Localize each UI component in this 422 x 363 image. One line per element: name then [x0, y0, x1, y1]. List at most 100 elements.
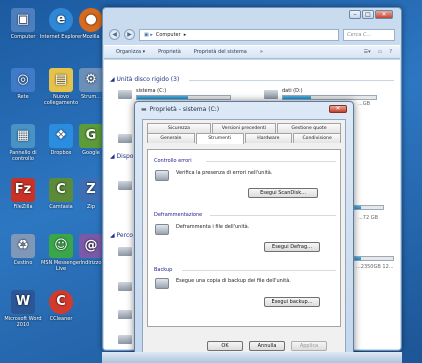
preview-pane-icon[interactable]: ▭: [378, 49, 383, 55]
window-bottom-strip: [102, 352, 402, 363]
drive-usage-fill: [355, 257, 361, 260]
drive-c-label[interactable]: sistema (C:): [136, 88, 166, 94]
drive-icon: [118, 247, 132, 256]
defrag-button[interactable]: Esegui Defrag...: [264, 242, 320, 252]
dialog-close-button[interactable]: ✕: [329, 105, 347, 113]
backup-icon: [155, 278, 169, 289]
breadcrumb[interactable]: Computer: [156, 32, 181, 38]
drive-usage-fill: [355, 206, 361, 209]
section-text-check: Verifica la presenza di errori nell'unit…: [176, 170, 273, 176]
section-divider: [182, 270, 336, 271]
properties-dialog: ▬ Proprietà - sistema (C:) ✕ Sicurezza V…: [134, 101, 354, 363]
drive-d-label[interactable]: dati (D:): [282, 88, 303, 94]
group-divider: [189, 80, 394, 81]
group-header-other[interactable]: ◢ Perco: [110, 232, 133, 239]
document-icon: ▤: [49, 68, 73, 92]
minimize-button[interactable]: –: [349, 10, 361, 19]
dialog-body: Sicurezza Versioni precedenti Gestione q…: [142, 119, 346, 358]
tab-versioni-precedenti[interactable]: Versioni precedenti: [212, 123, 276, 133]
drive-d-free-space: ...GB: [358, 101, 371, 107]
drive-icon: [118, 335, 132, 344]
view-options-icon[interactable]: ☰▾: [364, 49, 371, 55]
zip-icon: Z: [79, 178, 103, 202]
word-icon: W: [11, 290, 35, 314]
tab-row-2: Generale Strumenti Hardware Condivisione: [147, 133, 341, 144]
tab-hardware[interactable]: Hardware: [244, 133, 293, 143]
tab-generale[interactable]: Generale: [147, 133, 195, 143]
system-properties-button[interactable]: Proprietà del sistema: [194, 49, 247, 55]
drive-icon: [264, 90, 278, 99]
desktop-icon-ccleaner[interactable]: C CCleaner: [38, 290, 84, 322]
dialog-title: Proprietà - sistema (C:): [149, 106, 220, 113]
maximize-button[interactable]: □: [362, 10, 374, 19]
drive-usage-bar: [354, 256, 394, 261]
drive-icon: ▬: [141, 106, 147, 113]
section-divider: [210, 215, 336, 216]
camtasia-icon: C: [49, 178, 73, 202]
address-row: ◀ ▶ ▣ ▸ Computer ▸ Cerca C...: [109, 28, 395, 41]
properties-button[interactable]: Proprietà: [158, 49, 181, 55]
control-panel-icon: ▦: [11, 124, 35, 148]
address-bar[interactable]: ▣ ▸ Computer ▸: [139, 28, 339, 41]
ccleaner-icon: C: [49, 290, 73, 314]
window-controls: – □ ✕: [349, 10, 393, 19]
drive-c-usage-bar: [136, 95, 231, 100]
command-bar: Organizza ▾ Proprietà Proprietà del sist…: [104, 45, 400, 59]
drive-icon: [118, 134, 132, 143]
scandisk-button[interactable]: Esegui ScanDisk...: [248, 188, 318, 198]
computer-icon: ▣ ▸: [144, 31, 153, 38]
group-header-hdd[interactable]: ◢ Unità disco rigido (3): [110, 76, 179, 83]
search-input[interactable]: Cerca C...: [343, 28, 395, 41]
drive-free-space: ...72 GB: [358, 215, 379, 221]
dropbox-icon: ❖: [49, 124, 73, 148]
ok-button[interactable]: OK: [207, 341, 243, 351]
computer-icon: ▣: [11, 8, 35, 32]
defrag-icon: [155, 224, 169, 235]
drive-free-space: ...2350GB 12...: [356, 264, 394, 270]
drive-icon: [118, 310, 132, 319]
section-title-check: Controllo errori: [154, 158, 192, 164]
drive-icon: [118, 90, 132, 99]
ie-icon: e: [49, 8, 73, 32]
dialog-titlebar[interactable]: ▬ Proprietà - sistema (C:): [141, 106, 219, 113]
cancel-button[interactable]: Annulla: [249, 341, 285, 351]
drive-usage-bar: [354, 205, 384, 210]
drive-c-usage-fill: [137, 96, 189, 99]
chevron-right-icon: ▸: [183, 31, 187, 38]
section-text-backup: Esegue una copia di backup dei file dell…: [176, 278, 291, 284]
backup-button[interactable]: Esegui backup...: [264, 297, 320, 307]
help-icon[interactable]: ?: [389, 49, 392, 55]
explorer-titlebar[interactable]: – □ ✕: [103, 8, 401, 24]
drive-icon: [118, 181, 132, 190]
section-text-defrag: Deframmenta i file dell'unità.: [176, 224, 250, 230]
apply-button[interactable]: Applica: [291, 341, 327, 351]
organize-menu[interactable]: Organizza ▾: [116, 49, 145, 55]
tools-panel: Controllo errori Verifica la presenza di…: [147, 149, 341, 327]
firefox-icon: ●: [79, 8, 103, 32]
tools-icon: ⚙: [79, 68, 103, 92]
section-title-backup: Backup: [154, 267, 173, 273]
drive-d-usage-bar: [282, 95, 377, 100]
more-button[interactable]: »: [260, 49, 263, 55]
group-header-removable[interactable]: ◢ Dispo: [110, 153, 133, 160]
view-controls: ☰▾ ▭ ?: [364, 49, 392, 55]
tab-gestione-quote[interactable]: Gestione quote: [277, 123, 341, 133]
tab-row-1: Sicurezza Versioni precedenti Gestione q…: [147, 123, 341, 133]
section-divider: [206, 161, 336, 162]
recycle-bin-icon: ♻: [11, 234, 35, 258]
section-title-defrag: Deframmentazione: [154, 212, 203, 218]
tab-strumenti[interactable]: Strumenti: [195, 133, 244, 144]
check-disk-icon: [155, 170, 169, 181]
network-icon: ◎: [11, 68, 35, 92]
google-icon: G: [79, 124, 103, 148]
tab-sicurezza[interactable]: Sicurezza: [147, 123, 211, 133]
tab-condivisione[interactable]: Condivisione: [293, 133, 341, 143]
filezilla-icon: Fz: [11, 178, 35, 202]
close-button[interactable]: ✕: [375, 10, 393, 19]
messenger-icon: ☺: [49, 234, 73, 258]
drive-icon: [118, 282, 132, 291]
drive-d-usage-fill: [283, 96, 311, 99]
addressbook-icon: @: [79, 234, 103, 258]
back-button[interactable]: ◀: [109, 29, 120, 40]
forward-button[interactable]: ▶: [124, 29, 135, 40]
